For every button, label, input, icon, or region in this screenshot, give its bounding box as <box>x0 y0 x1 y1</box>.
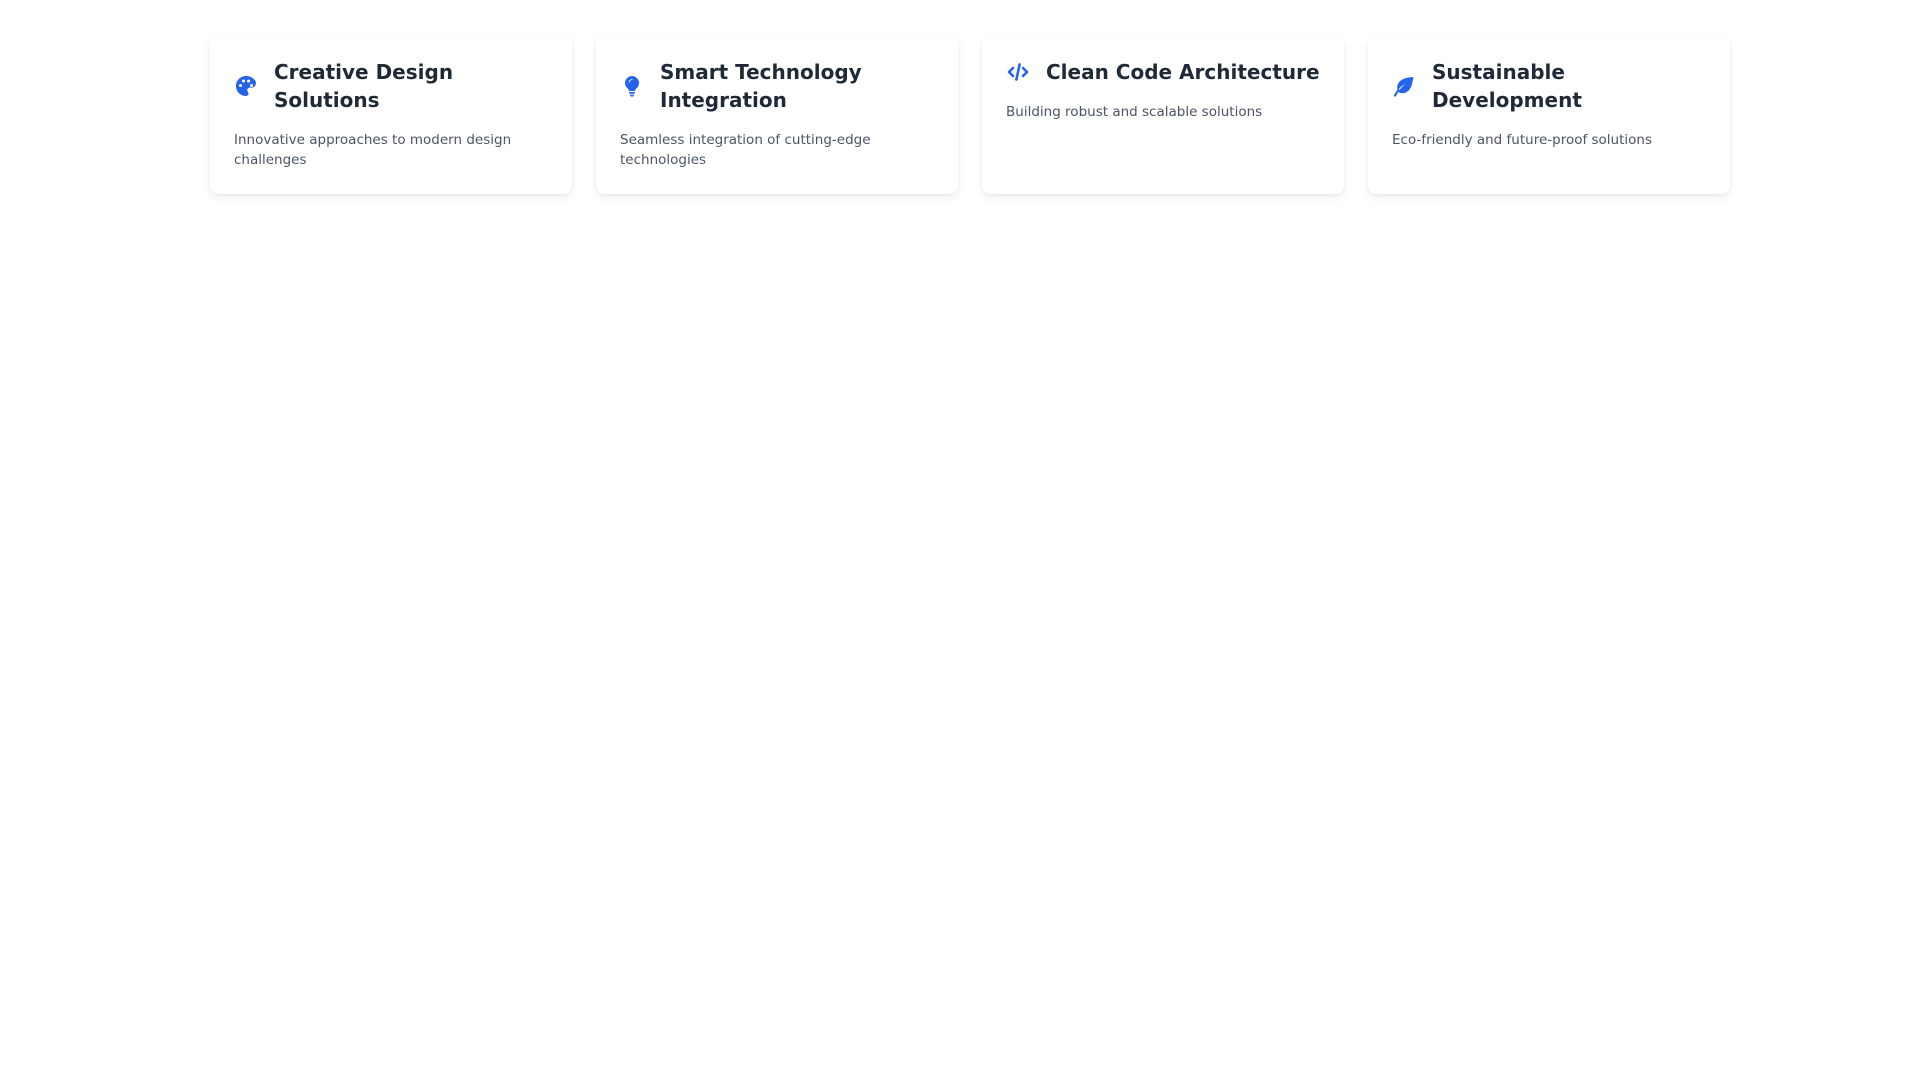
card-description: Building robust and scalable solutions <box>1006 104 1263 120</box>
feature-cards-row: Creative Design Solutions Innovative app… <box>210 36 1730 194</box>
lightbulb-icon <box>620 74 644 98</box>
leaf-icon <box>1392 74 1416 98</box>
feature-card-clean-code: Clean Code Architecture Building robust … <box>982 36 1344 194</box>
feature-card-creative-design: Creative Design Solutions Innovative app… <box>210 36 572 194</box>
card-header: Creative Design Solutions <box>234 58 548 114</box>
card-description: Innovative approaches to modern design c… <box>234 132 512 168</box>
feature-card-smart-technology: Smart Technology Integration Seamless in… <box>596 36 958 194</box>
card-header: Clean Code Architecture <box>1006 58 1320 86</box>
card-header: Sustainable Development <box>1392 58 1706 114</box>
card-title: Sustainable Development <box>1432 60 1582 112</box>
card-title: Clean Code Architecture <box>1046 60 1320 84</box>
card-header: Smart Technology Integration <box>620 58 934 114</box>
card-description: Seamless integration of cutting-edge tec… <box>620 132 871 168</box>
feature-card-sustainable-development: Sustainable Development Eco-friendly and… <box>1368 36 1730 194</box>
card-title: Creative Design Solutions <box>274 60 454 112</box>
palette-icon <box>234 74 258 98</box>
code-icon <box>1006 60 1030 84</box>
card-title: Smart Technology Integration <box>660 60 862 112</box>
card-description: Eco-friendly and future-proof solutions <box>1392 132 1653 148</box>
